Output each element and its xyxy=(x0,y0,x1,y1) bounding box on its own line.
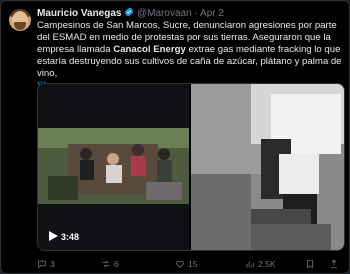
video-duration: 3:48 xyxy=(61,232,80,242)
photo-image xyxy=(191,84,344,250)
author-handle[interactable]: @Marovaan xyxy=(137,8,192,19)
views-button[interactable]: 2.5K xyxy=(245,259,276,269)
like-button[interactable]: 15 xyxy=(175,259,197,269)
bookmark-button[interactable] xyxy=(305,259,315,269)
play-icon[interactable] xyxy=(48,231,58,241)
author-name[interactable]: Mauricio Vanegas xyxy=(37,8,121,19)
like-icon xyxy=(176,260,184,268)
share-icon xyxy=(331,259,337,269)
tweet-text-bold: Canacol Energy xyxy=(113,44,186,55)
tweet-date[interactable]: Apr 2 xyxy=(200,8,224,19)
tweet-text: Campesinos de San Marcos, Sucre, denunci… xyxy=(37,20,343,92)
action-bar: 3 6 15 2.5K xyxy=(37,259,343,271)
bookmark-icon xyxy=(307,259,313,269)
tweet-card[interactable]: Mauricio Vanegas @Marovaan · Apr 2 Campe… xyxy=(0,0,350,274)
repost-count: 6 xyxy=(114,259,119,269)
tweet-header: Mauricio Vanegas @Marovaan · Apr 2 xyxy=(37,7,224,21)
video-thumbnail[interactable]: 3:48 xyxy=(38,84,189,250)
views-icon xyxy=(246,261,254,268)
repost-button[interactable]: 6 xyxy=(101,259,119,269)
reply-button[interactable]: 3 xyxy=(37,259,55,269)
like-count: 15 xyxy=(188,259,198,269)
separator-dot: · xyxy=(194,8,198,19)
verified-badge-icon xyxy=(125,7,134,17)
media-grid: 3:48 xyxy=(37,83,345,251)
share-button[interactable] xyxy=(329,259,339,269)
video-frame-image xyxy=(38,84,189,250)
avatar[interactable] xyxy=(9,9,31,31)
reply-count: 3 xyxy=(50,259,55,269)
photo-thumbnail[interactable] xyxy=(189,84,344,250)
repost-icon xyxy=(102,260,110,268)
views-count: 2.5K xyxy=(258,259,276,269)
reply-icon xyxy=(38,260,46,269)
